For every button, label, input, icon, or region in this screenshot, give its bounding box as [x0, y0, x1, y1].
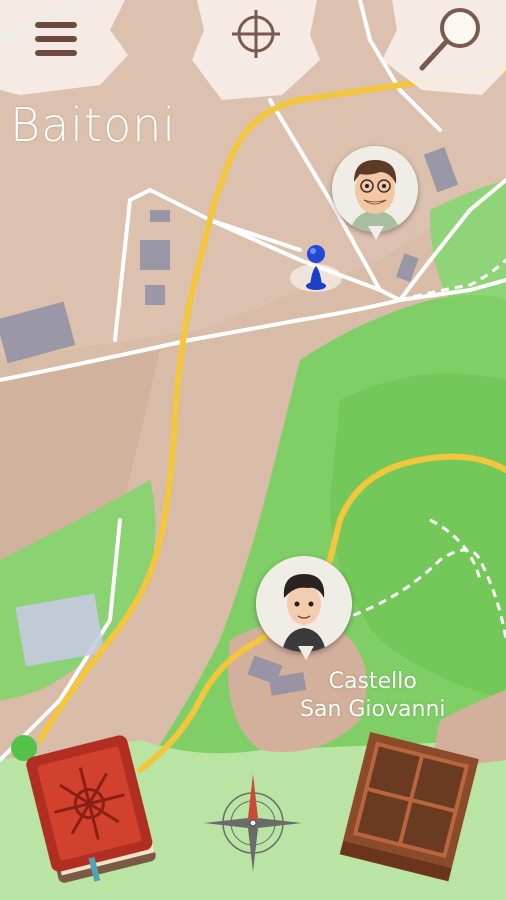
player-location-pin[interactable]	[288, 240, 344, 296]
red-book-icon	[26, 735, 156, 883]
character-avatar-boy[interactable]	[256, 556, 352, 652]
hamburger-menu-icon	[0, 0, 128, 95]
search-button[interactable]	[382, 0, 506, 95]
castle-label[interactable]: Castello San Giovanni	[300, 668, 446, 724]
wooden-box-icon	[339, 731, 479, 882]
compass-button[interactable]	[196, 766, 310, 880]
castle-label-line2: San Giovanni	[300, 697, 446, 722]
boy-avatar	[256, 556, 352, 652]
character-avatar-man-pointer	[368, 226, 384, 240]
locate-button[interactable]	[192, 0, 322, 100]
inventory-box-button[interactable]	[336, 724, 486, 884]
city-label: Baitoni	[10, 98, 177, 152]
castle-label-line1: Castello	[328, 669, 417, 694]
character-avatar-man[interactable]	[332, 146, 418, 232]
compass-rose-icon	[204, 774, 302, 872]
menu-button[interactable]	[0, 0, 130, 95]
character-avatar-boy-pointer	[298, 646, 314, 660]
crosshair-icon	[192, 0, 320, 100]
man-with-glasses-avatar	[332, 146, 418, 232]
journal-book-button[interactable]	[22, 726, 162, 886]
pawn-pin-icon	[290, 245, 342, 292]
magnifier-icon	[382, 0, 506, 95]
